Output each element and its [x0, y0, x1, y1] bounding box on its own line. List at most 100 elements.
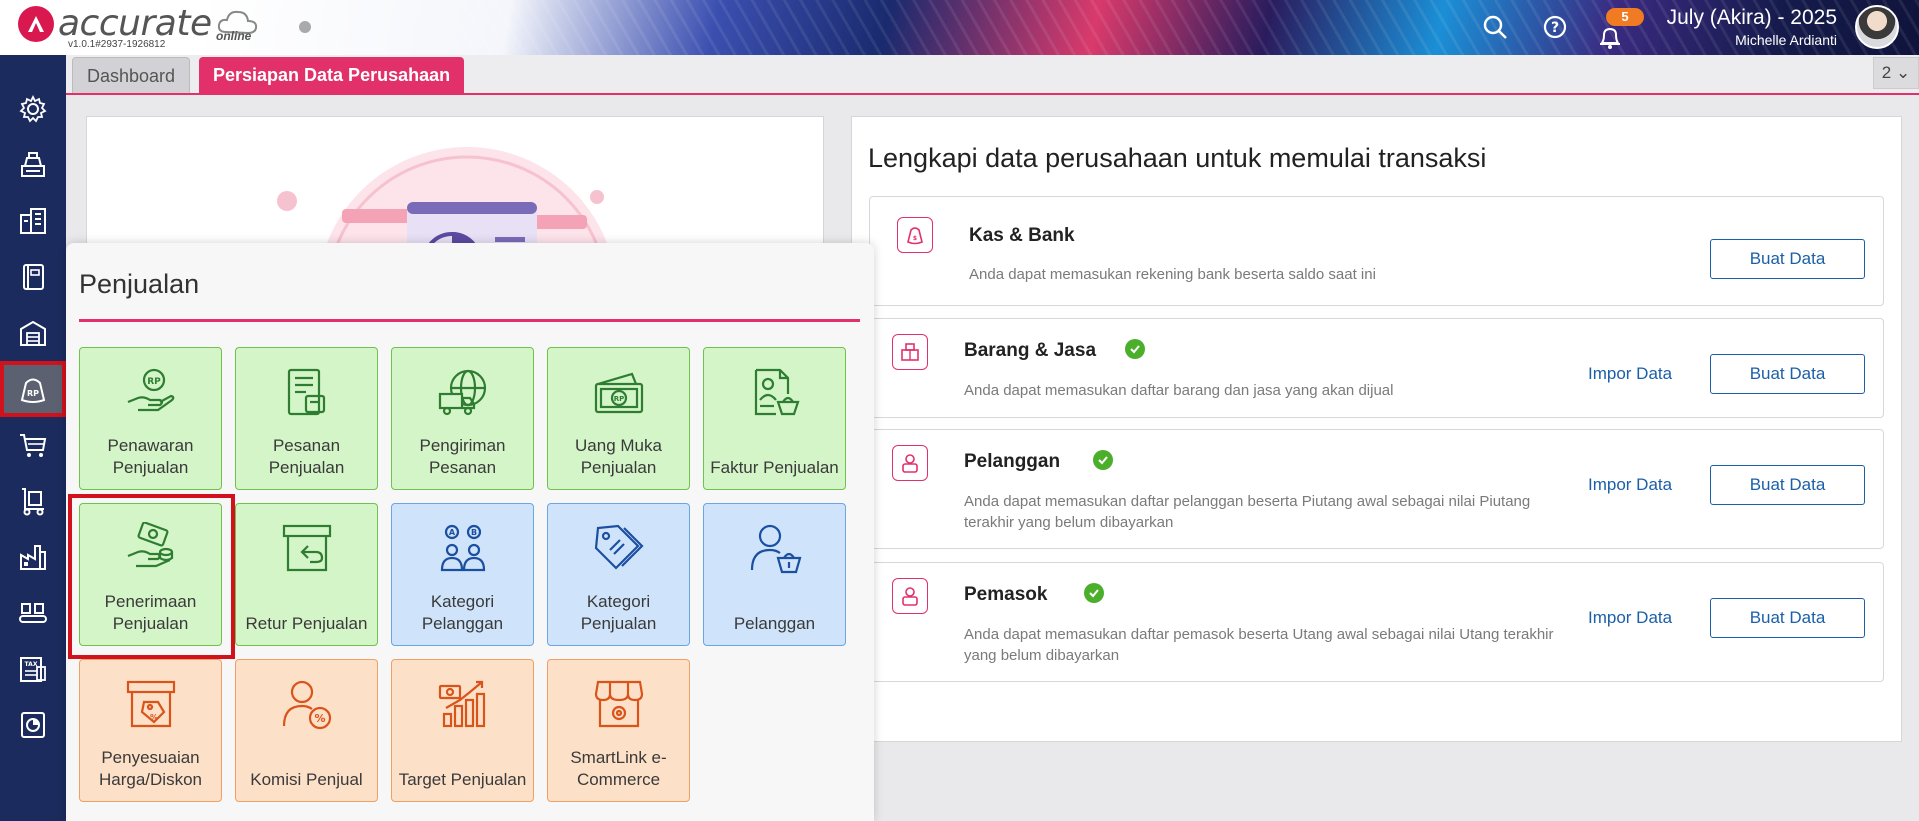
- sales-bag-icon: RP: [20, 378, 46, 403]
- tile-label: SmartLink e-Commerce: [570, 748, 667, 789]
- tile-faktur-penjualan[interactable]: Faktur Penjualan: [703, 347, 846, 490]
- tab-persiapan-data-perusahaan[interactable]: Persiapan Data Perusahaan: [199, 57, 465, 93]
- search-icon[interactable]: [1480, 12, 1510, 42]
- svg-text:A: A: [449, 528, 456, 537]
- tile-target-penjualan[interactable]: Target Penjualan: [391, 659, 534, 802]
- open-tabs-counter[interactable]: 2 ⌄: [1873, 57, 1919, 89]
- return-box-icon: [282, 524, 332, 572]
- card-description: Anda dapat memasukan rekening bank beser…: [969, 266, 1376, 283]
- header-banner: [200, 0, 1919, 55]
- sidebar-item-manufacturing[interactable]: [0, 529, 66, 585]
- svg-text:%: %: [314, 712, 325, 725]
- card-title: Pelanggan: [964, 451, 1061, 472]
- logo-text: accurate: [58, 3, 212, 44]
- sidebar-item-company[interactable]: [0, 193, 66, 249]
- pemasok-import-button[interactable]: Impor Data: [1588, 608, 1672, 628]
- sidebar: RP TAX: [0, 55, 66, 821]
- help-icon[interactable]: ?: [1540, 12, 1570, 42]
- kas-bank-create-button[interactable]: Buat Data: [1710, 239, 1865, 279]
- check-icon: [1125, 339, 1145, 359]
- tab-count: 2: [1881, 63, 1892, 82]
- tile-label: Pengiriman Pesanan: [419, 436, 506, 477]
- commission-icon: %: [282, 680, 332, 730]
- highlight-frame: [68, 494, 235, 659]
- svg-text:?: ?: [1551, 20, 1559, 36]
- sidebar-item-cash-bank[interactable]: [0, 137, 66, 193]
- barang-jasa-create-button[interactable]: Buat Data: [1710, 354, 1865, 394]
- bell-icon[interactable]: [1595, 22, 1625, 52]
- invoice-icon: [754, 368, 800, 416]
- tile-penyesuaian-harga-diskon[interactable]: % Penyesuaian Harga/Diskon: [79, 659, 222, 802]
- sidebar-item-purchase[interactable]: [0, 417, 66, 473]
- barang-jasa-import-button[interactable]: Impor Data: [1588, 364, 1672, 384]
- divider: [79, 319, 860, 322]
- setup-card-pelanggan: Pelanggan Anda dapat memasukan daftar pe…: [869, 429, 1884, 549]
- rp-offer-hand-icon: RP: [127, 368, 175, 412]
- tile-pengiriman-pesanan[interactable]: Pengiriman Pesanan: [391, 347, 534, 490]
- sales-menu-title: Penjualan: [79, 269, 200, 299]
- user-name[interactable]: Michelle Ardianti: [1735, 32, 1837, 48]
- sidebar-item-ledger[interactable]: [0, 249, 66, 305]
- tile-label: Komisi Penjual: [250, 770, 363, 789]
- sidebar-item-inventory[interactable]: [0, 305, 66, 361]
- card-description: Anda dapat memasukan daftar pemasok bese…: [964, 626, 1554, 664]
- customer-icon: [892, 445, 928, 481]
- avatar[interactable]: [1855, 5, 1899, 49]
- tab-bar: Dashboard Persiapan Data Perusahaan 2 ⌄: [66, 55, 1919, 95]
- tile-pelanggan[interactable]: Pelanggan: [703, 503, 846, 646]
- tile-retur-penjualan[interactable]: Retur Penjualan: [235, 503, 378, 646]
- card-title: Barang & Jasa: [964, 340, 1097, 361]
- tile-smartlink-ecommerce[interactable]: SmartLink e-Commerce: [547, 659, 690, 802]
- sidebar-item-reports[interactable]: [0, 697, 66, 753]
- tile-label: Pesanan Penjualan: [268, 436, 345, 477]
- tile-penawaran-penjualan[interactable]: RP Penawaran Penjualan: [79, 347, 222, 490]
- tile-pesanan-penjualan[interactable]: Pesanan Penjualan: [235, 347, 378, 490]
- tile-komisi-penjual[interactable]: % Komisi Penjual: [235, 659, 378, 802]
- database-name[interactable]: July (Akira) - 2025: [1667, 6, 1837, 30]
- setup-title: Lengkapi data perusahaan untuk memulai t…: [868, 143, 1487, 173]
- app-version: v1.0.1#2937-1926812: [68, 39, 166, 50]
- sidebar-item-delivery[interactable]: [0, 473, 66, 529]
- svg-text:%: %: [150, 713, 158, 722]
- setup-card-kas-bank: $ Kas & Bank Anda dapat memasukan rekeni…: [869, 196, 1884, 306]
- svg-text:RP: RP: [614, 395, 625, 403]
- sidebar-item-settings[interactable]: [0, 81, 66, 137]
- price-adjust-icon: %: [126, 680, 176, 728]
- status-dot: [299, 21, 311, 33]
- tile-label: Retur Penjualan: [245, 614, 368, 633]
- tile-uang-muka-penjualan[interactable]: RP Uang Muka Penjualan: [547, 347, 690, 490]
- logo-online-label: online: [216, 29, 252, 43]
- pemasok-create-button[interactable]: Buat Data: [1710, 598, 1865, 638]
- sales-target-icon: [438, 680, 486, 728]
- pelanggan-create-button[interactable]: Buat Data: [1710, 465, 1865, 505]
- ledger-book-icon: [23, 264, 44, 290]
- sidebar-item-production[interactable]: [0, 585, 66, 641]
- tile-kategori-penjualan[interactable]: Kategori Penjualan: [547, 503, 690, 646]
- sidebar-item-sales[interactable]: RP: [0, 361, 66, 417]
- svg-text:B: B: [471, 528, 477, 537]
- gear-icon: [19, 94, 47, 123]
- supplier-icon: [892, 578, 928, 614]
- money-stack-icon: RP: [594, 372, 644, 414]
- card-title: Kas & Bank: [969, 225, 1075, 246]
- shopping-cart-icon: [20, 434, 47, 457]
- card-title: Pemasok: [964, 584, 1048, 605]
- pelanggan-import-button[interactable]: Impor Data: [1588, 475, 1672, 495]
- building-icon: [20, 208, 46, 234]
- accurate-logo-icon: [18, 6, 54, 42]
- svg-text:TAX: TAX: [25, 661, 38, 668]
- customer-basket-icon: [750, 524, 802, 574]
- accurate-logo[interactable]: accurate: [18, 6, 212, 42]
- svg-text:RP: RP: [27, 389, 39, 398]
- tab-dashboard[interactable]: Dashboard: [72, 57, 191, 93]
- svg-text:RP: RP: [147, 377, 161, 387]
- card-description: Anda dapat memasukan daftar barang dan j…: [964, 382, 1394, 399]
- tile-label: Faktur Penjualan: [710, 458, 839, 477]
- cash-register-icon: [21, 152, 45, 177]
- sidebar-item-tax[interactable]: TAX: [0, 641, 66, 697]
- tax-icon: TAX: [20, 657, 46, 682]
- tile-kategori-pelanggan[interactable]: AB Kategori Pelanggan: [391, 503, 534, 646]
- customer-category-icon: AB: [440, 524, 486, 572]
- notification-badge[interactable]: 5: [1606, 8, 1644, 26]
- tile-label: Uang Muka Penjualan: [575, 436, 662, 477]
